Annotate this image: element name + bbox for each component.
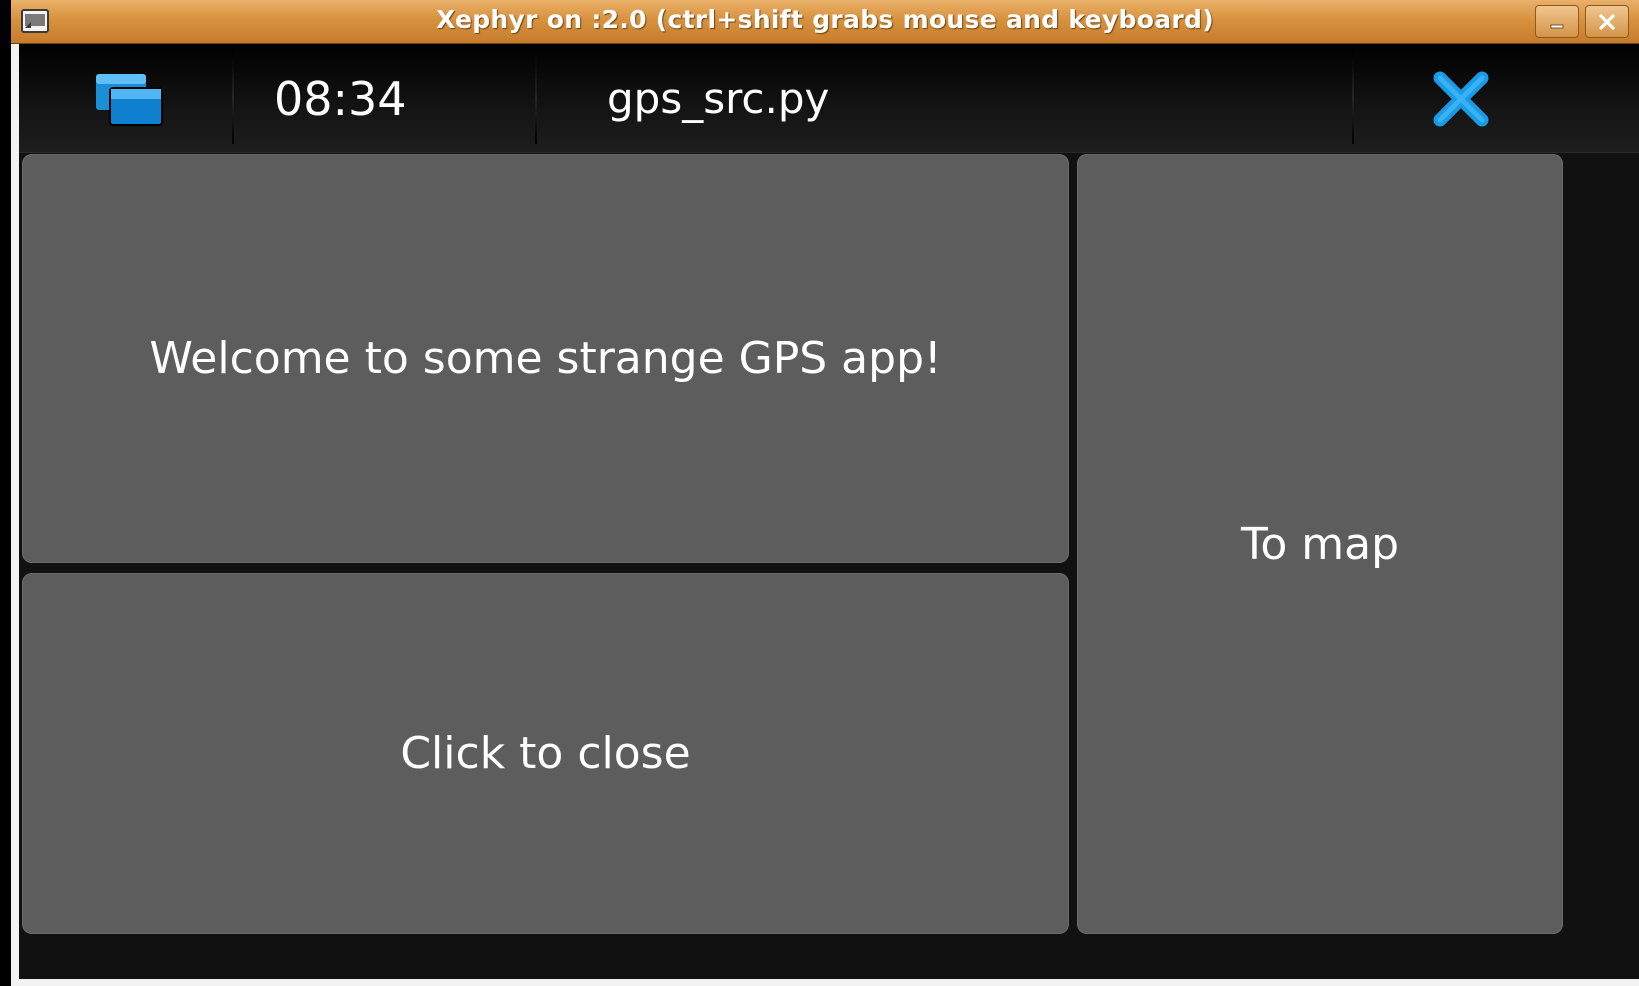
- status-separator: [535, 52, 537, 144]
- window-title-bar[interactable]: Xephyr on :2.0 (ctrl+shift grabs mouse a…: [11, 0, 1639, 44]
- app-frame: 08:34 gps_src.py Welcome to some strange…: [11, 44, 1639, 986]
- minimize-button[interactable]: [1535, 5, 1579, 38]
- close-button[interactable]: Click to close: [22, 573, 1069, 934]
- close-icon[interactable]: [1432, 70, 1490, 128]
- welcome-text: Welcome to some strange GPS app!: [149, 333, 942, 384]
- welcome-panel: Welcome to some strange GPS app!: [22, 154, 1069, 563]
- task-switcher-icon[interactable]: [96, 74, 164, 126]
- window-close-icon: [1599, 13, 1615, 30]
- to-map-button[interactable]: To map: [1077, 154, 1563, 934]
- window-title: Xephyr on :2.0 (ctrl+shift grabs mouse a…: [436, 5, 1214, 34]
- app-title: gps_src.py: [607, 74, 830, 123]
- xephyr-window: Xephyr on :2.0 (ctrl+shift grabs mouse a…: [11, 0, 1639, 986]
- minimize-icon: [1550, 24, 1564, 28]
- app-content: 08:34 gps_src.py Welcome to some strange…: [19, 44, 1639, 979]
- clock: 08:34: [274, 72, 407, 126]
- close-button-label: Click to close: [400, 728, 691, 779]
- to-map-button-label: To map: [1240, 518, 1400, 570]
- status-bar: 08:34 gps_src.py: [19, 44, 1639, 153]
- status-separator: [232, 52, 234, 144]
- window-close-button[interactable]: [1585, 5, 1629, 38]
- status-separator: [1352, 52, 1354, 144]
